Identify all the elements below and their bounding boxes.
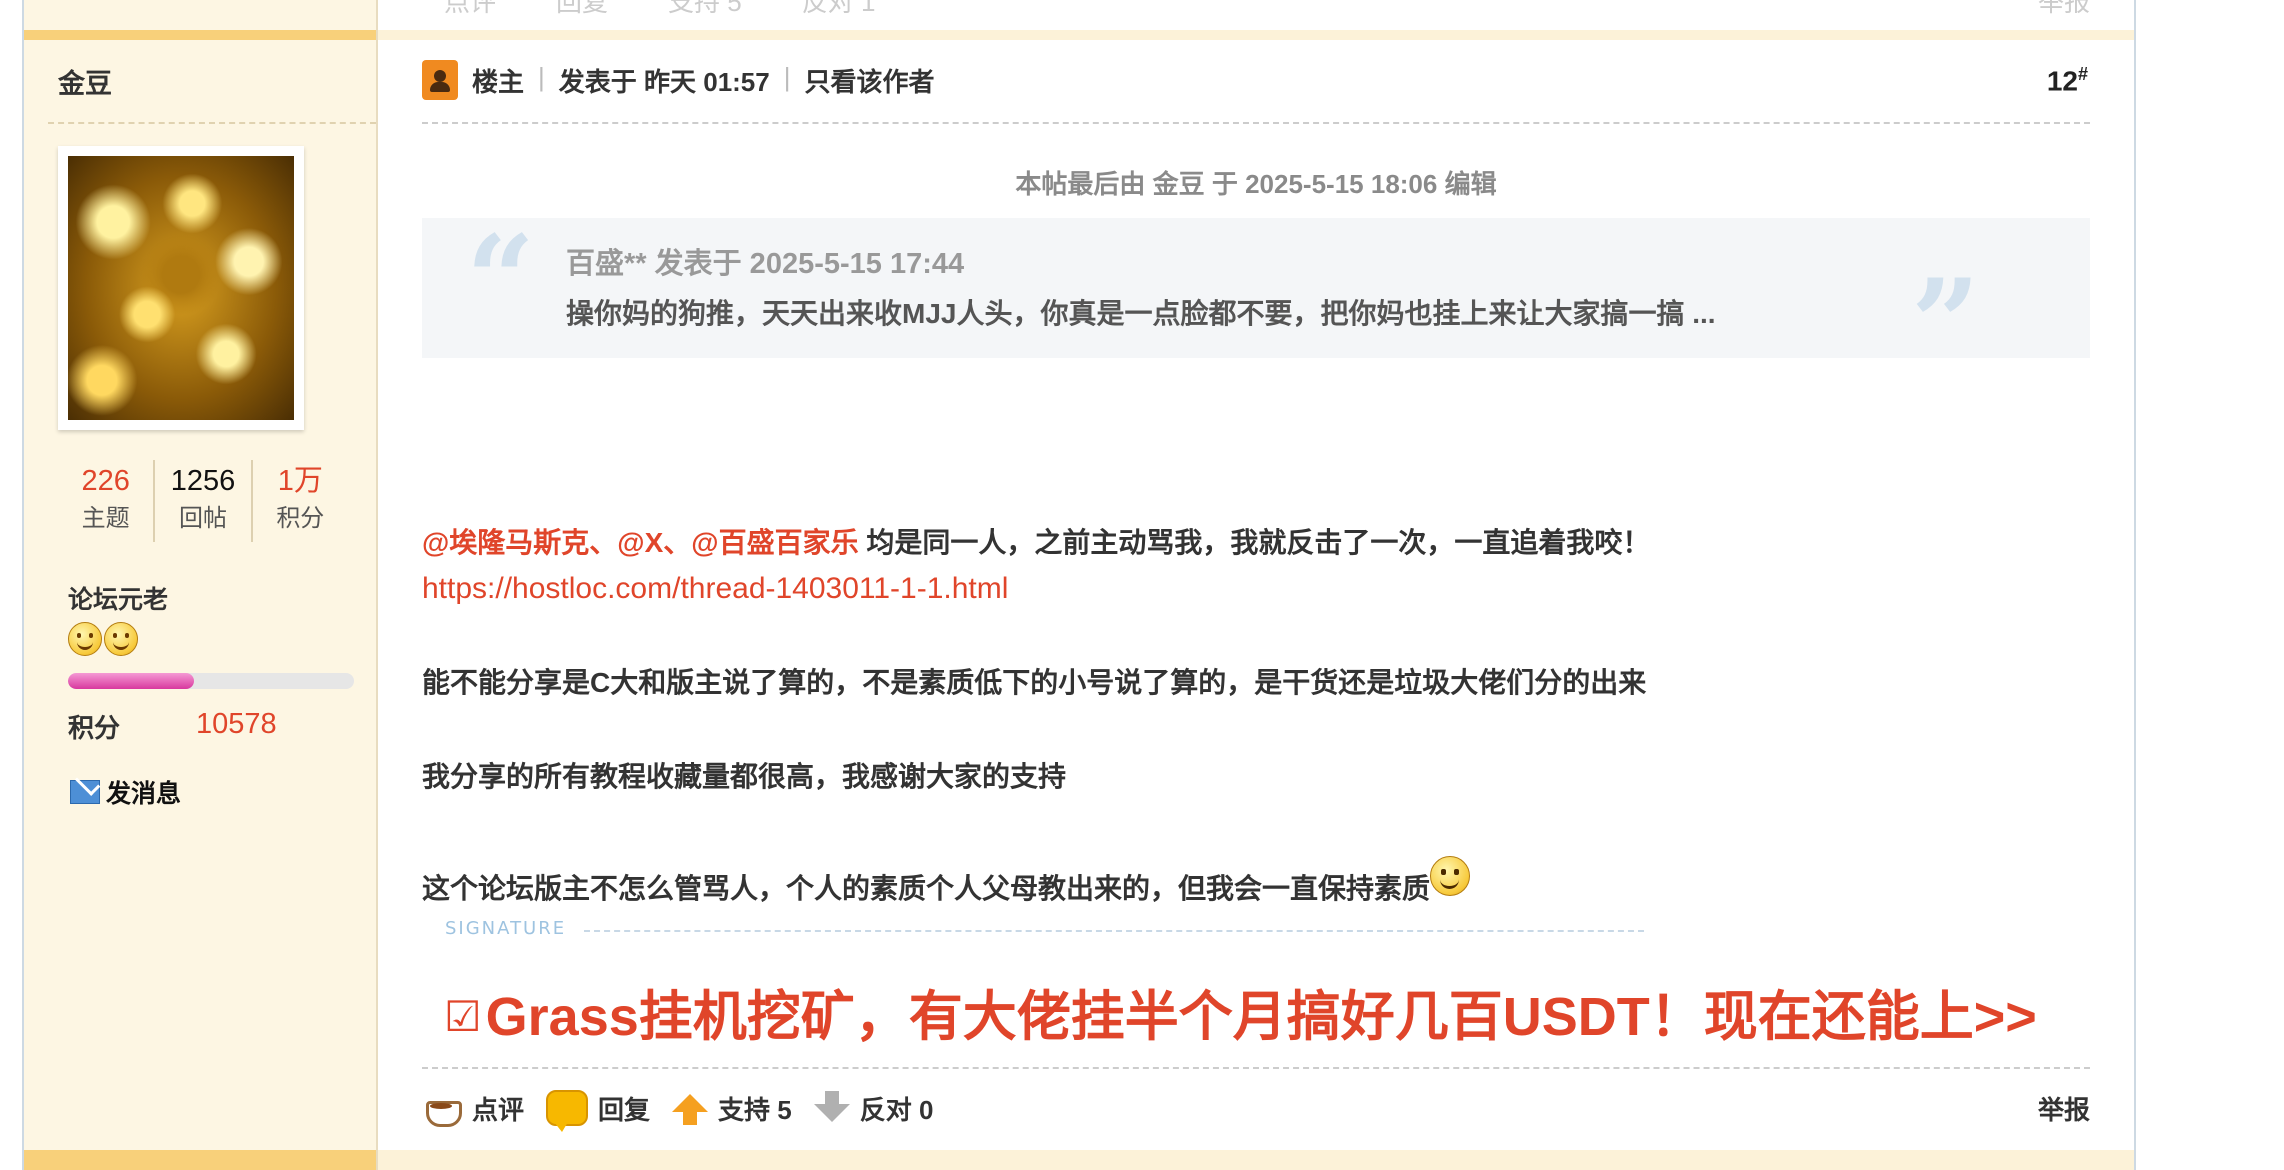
support-label: 支持 5 [718, 1094, 792, 1125]
comment-button[interactable]: 点评 [422, 1090, 524, 1127]
prev-reply-button[interactable]: 回复 [556, 0, 608, 17]
paragraph: 我分享的所有教程收藏量都很高，我感谢大家的支持 [422, 761, 1067, 792]
avatar-frame[interactable] [58, 146, 304, 430]
divider-strip [378, 30, 2134, 40]
stat-replies[interactable]: 1256 回帖 [153, 460, 250, 542]
paragraph-text: 均是同一人，之前主动骂我，我就反击了一次，一直追着我咬！ [858, 527, 1651, 558]
oppose-button[interactable]: 反对 0 [813, 1090, 934, 1127]
mail-icon [70, 780, 100, 804]
author-username[interactable]: 金豆 [58, 62, 112, 101]
floor-mark: # [2077, 64, 2088, 84]
checkbox-icon: ☑ [444, 993, 482, 1040]
paragraph-text: 这个论坛版主不怎么管骂人，个人的素质个人父母教出来的，但我会一直保持素质 [422, 873, 1431, 904]
send-message-button[interactable]: 发消息 [70, 774, 181, 810]
arrow-down-icon [813, 1091, 850, 1122]
score-value: 10578 [196, 708, 277, 740]
oppose-label: 反对 0 [859, 1094, 934, 1125]
prev-comment-button[interactable]: 点评 [444, 0, 496, 17]
quote-close-icon: ” [1910, 253, 1980, 394]
prev-support-button[interactable]: 支持 5 [668, 0, 742, 17]
prev-report-button[interactable]: 举报 [2038, 0, 2090, 17]
post-actions: 点评 回复 支持 5 反对 0 举报 [422, 1086, 2090, 1132]
avatar[interactable] [68, 156, 294, 420]
stat-value: 1256 [170, 465, 236, 497]
divider-strip [378, 1150, 2134, 1170]
ad-text: Grass挂机挖矿，有大佬挂半个月搞好几百USDT！现在还能上>> [485, 987, 2037, 1047]
smile-emoji-icon [1430, 856, 1471, 896]
author-stats: 226 主题 1256 回帖 1万 积分 [58, 460, 348, 542]
stat-threads[interactable]: 226 主题 [58, 460, 153, 542]
arrow-up-icon [672, 1094, 709, 1125]
signature-ad-link[interactable]: ☑Grass挂机挖矿，有大佬挂半个月搞好几百USDT！现在还能上>> [444, 972, 2037, 1051]
paragraph: 这个论坛版主不怎么管骂人，个人的素质个人父母教出来的，但我会一直保持素质 [422, 856, 2102, 912]
previous-post-actions: 点评 回复 支持 5 反对 1 举报 [444, 0, 2090, 17]
edit-note: 本帖最后由 金豆 于 2025-5-15 18:06 编辑 [1015, 169, 1497, 199]
divider-strip [24, 1150, 376, 1170]
coffee-cup-icon [422, 1091, 462, 1127]
quote-block: “ 百盛** 发表于 2025-5-15 17:44 操你妈的狗推，天天出来收M… [422, 209, 2090, 384]
report-button[interactable]: 举报 [2038, 1090, 2090, 1127]
stat-label: 回帖 [178, 505, 227, 532]
paragraph: @埃隆马斯克、@X、@百盛百家乐 均是同一人，之前主动骂我，我就反击了一次，一直… [422, 520, 2102, 566]
send-message-label: 发消息 [106, 780, 182, 808]
rank-progress-bar [68, 673, 354, 689]
prev-oppose-button[interactable]: 反对 1 [802, 0, 876, 17]
stat-points[interactable]: 1万 积分 [250, 460, 348, 542]
reply-button[interactable]: 回复 [546, 1090, 651, 1132]
thread-link[interactable]: https://hostloc.com/thread-1403011-1-1.h… [422, 572, 1008, 605]
floor-number[interactable]: 12# [2047, 64, 2088, 97]
stat-value: 1万 [277, 465, 323, 497]
separator: | [538, 62, 545, 92]
comment-label: 点评 [472, 1094, 525, 1125]
author-sidebar: 金豆 226 主题 1256 回帖 1万 积分 论坛元老 积分 10578 发消… [24, 0, 378, 1170]
quote-text: 操你妈的狗推，天天出来收MJJ人头，你真是一点脸都不要，把你妈也挂上来让大家搞一… [566, 298, 1716, 329]
quote-header: 百盛** 发表于 2025-5-15 17:44 [566, 248, 965, 280]
separator: | [783, 62, 791, 92]
post-body: @埃隆马斯克、@X、@百盛百家乐 均是同一人，之前主动骂我，我就反击了一次，一直… [422, 520, 2102, 912]
score-label: 积分 [68, 713, 121, 743]
reply-label: 回复 [598, 1094, 651, 1125]
mention-links[interactable]: @埃隆马斯克、@X、@百盛百家乐 [422, 527, 859, 558]
post-time: 发表于 昨天 01:57 [558, 67, 770, 97]
only-author-link[interactable]: 只看该作者 [805, 62, 935, 99]
speech-bubble-icon [546, 1090, 589, 1132]
paragraph: 能不能分享是C大和版主说了算的，不是素质低下的小号说了算的，是干货还是垃圾大佬们… [422, 667, 1647, 698]
rank-stars [68, 622, 138, 656]
rank-progress-fill [68, 673, 194, 689]
post-frame: 点评 回复 支持 5 反对 1 举报 金豆 226 主题 1256 回帖 1万 … [22, 0, 2136, 1170]
signature-divider [584, 930, 1644, 932]
thread-starter-icon [422, 60, 458, 100]
stat-label: 积分 [276, 505, 325, 532]
rank-title: 论坛元老 [68, 586, 169, 614]
smiley-icon [68, 622, 102, 656]
smiley-icon [104, 622, 138, 656]
floor-value: 12 [2046, 65, 2078, 97]
post-header: 楼主 | 发表于 昨天 01:57 | 只看该作者 12# [422, 60, 2090, 124]
signature-label: SIGNATURE [445, 918, 567, 939]
divider [48, 122, 376, 124]
support-button[interactable]: 支持 5 [672, 1090, 792, 1127]
divider-strip [24, 30, 376, 40]
quote-open-icon: “ [466, 209, 536, 350]
stat-label: 主题 [81, 505, 130, 532]
score-row: 积分 10578 [68, 708, 277, 745]
thread-starter-label: 楼主 [472, 67, 525, 97]
stat-value: 226 [81, 465, 130, 497]
divider [422, 1067, 2090, 1069]
